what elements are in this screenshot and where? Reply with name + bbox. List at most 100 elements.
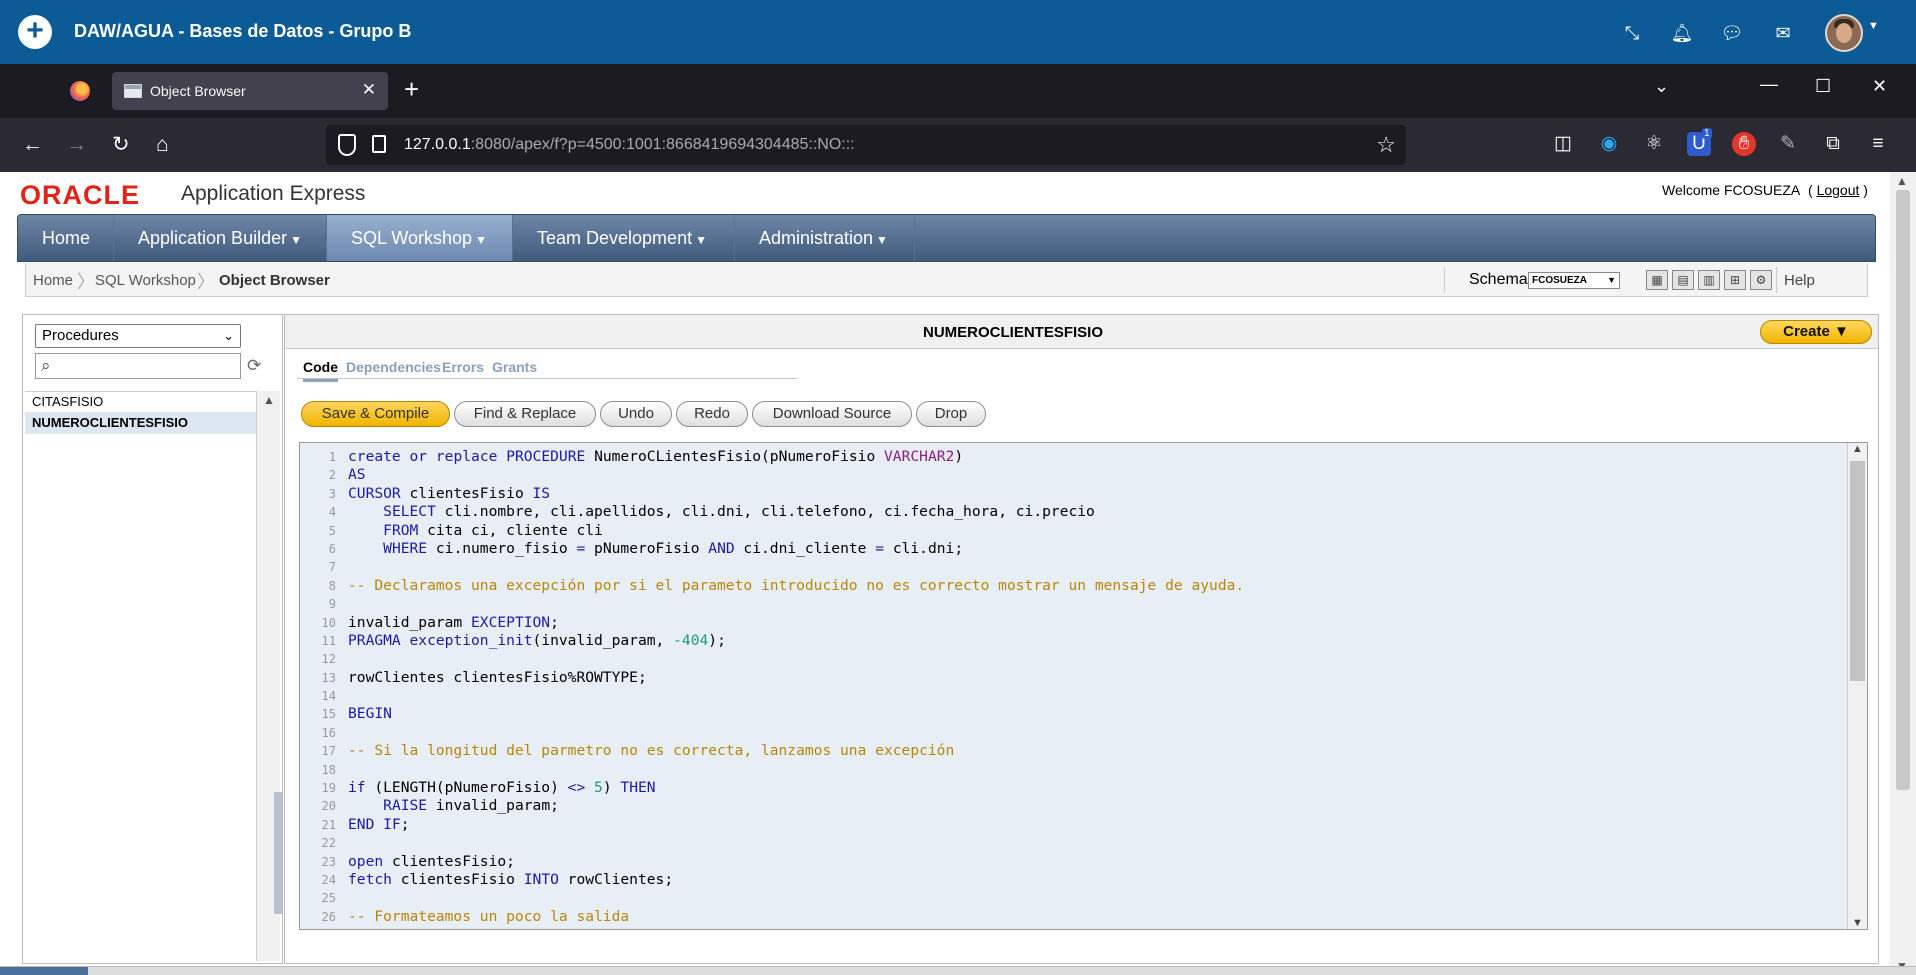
list-item[interactable]: CITASFISIO [25, 392, 256, 413]
code-text[interactable]: fetch clientesFisio INTO rowClientes; [348, 871, 673, 889]
code-line[interactable]: 3 CURSOR clientesFisio IS [300, 485, 1845, 503]
code-line[interactable]: 7 [300, 558, 1845, 576]
redo-button[interactable]: Redo [676, 401, 748, 427]
extensions-puzzle-icon[interactable]: ⧉ [1821, 132, 1845, 156]
code-text[interactable]: FROM cita ci, cliente cli [348, 522, 603, 540]
refresh-icon[interactable]: ⟳ [247, 356, 269, 376]
tab-code[interactable]: Code [303, 359, 338, 382]
code-text[interactable]: open clientesFisio; [348, 853, 515, 871]
close-icon[interactable]: ✕ [362, 80, 376, 100]
code-text[interactable]: PRAGMA exception_init(invalid_param, -40… [348, 632, 726, 650]
code-line[interactable]: 20 RAISE invalid_param; [300, 797, 1845, 815]
code-line[interactable]: 15 BEGIN [300, 705, 1845, 723]
new-tab-button[interactable]: + [404, 74, 419, 105]
firefox-icon[interactable] [70, 81, 90, 101]
window-maximize-button[interactable]: ☐ [1815, 76, 1831, 97]
eyedropper-icon[interactable]: ✎ [1776, 132, 1800, 156]
code-line[interactable]: 6 WHERE ci.numero_fisio = pNumeroFisio A… [300, 540, 1845, 558]
code-line[interactable]: 19 if (LENGTH(pNumeroFisio) <> 5) THEN [300, 779, 1845, 797]
code-line[interactable]: 8 -- Declaramos una excepción por si el p… [300, 577, 1845, 595]
tab-dependencies[interactable]: Dependencies [346, 359, 441, 375]
stop-hand-icon[interactable]: ✋︎ [1732, 132, 1756, 156]
code-text[interactable]: END IF; [348, 816, 410, 834]
nav-application-builder[interactable]: Application Builder ▼ [114, 215, 327, 261]
home-icon[interactable]: ⌂ [156, 132, 169, 158]
window-close-button[interactable]: ✕ [1872, 76, 1887, 97]
code-lines[interactable]: 1 create or replace PROCEDURE NumeroCLien… [300, 448, 1845, 926]
download-source-button[interactable]: Download Source [752, 401, 912, 427]
save-compile-button[interactable]: Save & Compile [301, 401, 450, 427]
code-text[interactable]: WHERE ci.numero_fisio = pNumeroFisio AND… [348, 540, 963, 558]
code-line[interactable]: 1 create or replace PROCEDURE NumeroCLien… [300, 448, 1845, 466]
tab-list-chevron-icon[interactable]: ⌄ [1654, 76, 1669, 97]
code-text[interactable]: AS [348, 466, 366, 484]
react-devtools-icon[interactable]: ⚛ [1642, 132, 1666, 156]
code-line[interactable]: 24 fetch clientesFisio INTO rowClientes; [300, 871, 1845, 889]
url-text[interactable]: 127.0.0.1:8080/apex/f?p=4500:1001:866841… [404, 136, 855, 154]
browser-tab[interactable]: Object Browser ✕ [112, 72, 388, 110]
query-builder-icon[interactable]: ⊞ [1724, 270, 1746, 290]
create-button[interactable]: Create ▼ [1760, 320, 1872, 344]
code-line[interactable]: 26 -- Formateamos un poco la salida [300, 908, 1845, 926]
breadcrumb-home[interactable]: Home [33, 272, 73, 289]
nav-administration[interactable]: Administration ▼ [735, 215, 915, 261]
reload-button[interactable]: ↻ [112, 132, 130, 158]
code-line[interactable]: 12 [300, 650, 1845, 668]
code-line[interactable]: 9 [300, 595, 1845, 613]
panel-splitter-handle[interactable] [274, 792, 282, 914]
code-line[interactable]: 17 -- Si la longitud del parmetro no es c… [300, 742, 1845, 760]
url-bar[interactable]: 127.0.0.1:8080/apex/f?p=4500:1001:866841… [326, 125, 1406, 165]
schema-select[interactable]: FCOSUEZA ▼ [1528, 272, 1620, 289]
logout-link[interactable]: Logout [1817, 182, 1860, 198]
code-line[interactable]: 13 rowClientes clientesFisio%ROWTYPE; [300, 669, 1845, 687]
code-text[interactable]: rowClientes clientesFisio%ROWTYPE; [348, 669, 647, 687]
add-icon[interactable]: + [18, 15, 52, 49]
code-line[interactable]: 11 PRAGMA exception_init(invalid_param, -… [300, 632, 1845, 650]
forward-button[interactable]: → [66, 132, 87, 158]
help-link[interactable]: Help [1784, 272, 1815, 289]
hamburger-menu-icon[interactable]: ≡ [1866, 132, 1890, 156]
tab-errors[interactable]: Errors [442, 359, 484, 375]
code-line[interactable]: 21 END IF; [300, 816, 1845, 834]
code-text[interactable]: BEGIN [348, 705, 392, 723]
bell-icon[interactable]: 🔔︎ [1669, 20, 1695, 46]
code-text[interactable]: CURSOR clientesFisio IS [348, 485, 550, 503]
code-text[interactable]: invalid_param EXCEPTION; [348, 614, 559, 632]
find-replace-button[interactable]: Find & Replace [454, 401, 596, 427]
shield-icon[interactable] [338, 134, 356, 156]
code-editor[interactable]: 1 create or replace PROCEDURE NumeroCLien… [299, 442, 1868, 930]
code-text[interactable]: if (LENGTH(pNumeroFisio) <> 5) THEN [348, 779, 656, 797]
avatar[interactable] [1825, 14, 1863, 52]
code-line[interactable]: 4 SELECT cli.nombre, cli.apellidos, cli.… [300, 503, 1845, 521]
code-text[interactable]: -- Si la longitud del parmetro no es cor… [348, 742, 954, 760]
code-line[interactable]: 25 [300, 889, 1845, 907]
code-line[interactable]: 18 [300, 761, 1845, 779]
chevron-down-icon[interactable]: ▼ [1868, 20, 1879, 32]
code-text[interactable]: create or replace PROCEDURE NumeroCLient… [348, 448, 963, 466]
object-type-select[interactable]: Procedures ⌄ [35, 324, 241, 348]
breadcrumb-sql-workshop[interactable]: SQL Workshop [95, 272, 196, 289]
code-text[interactable]: -- Declaramos una excepción por si el pa… [348, 577, 1244, 595]
bookmark-star-icon[interactable]: ☆ [1376, 132, 1396, 158]
object-search-input[interactable]: ⌕ [35, 353, 241, 379]
page-scrollbar[interactable]: ▲ ▼ [1890, 172, 1916, 975]
extension-circle-icon[interactable]: ◉ [1597, 132, 1621, 156]
code-line[interactable]: 5 FROM cita ci, cliente cli [300, 522, 1845, 540]
code-line[interactable]: 2 AS [300, 466, 1845, 484]
list-item[interactable]: NUMEROCLIENTESFISIO [25, 413, 256, 434]
code-line[interactable]: 22 [300, 834, 1845, 852]
code-text[interactable]: SELECT cli.nombre, cli.apellidos, cli.dn… [348, 503, 1095, 521]
create-table-icon[interactable]: ▦ [1646, 270, 1668, 290]
code-line[interactable]: 16 [300, 724, 1845, 742]
nav-sql-workshop[interactable]: SQL Workshop ▼ [327, 215, 513, 261]
minimize-arrows-icon[interactable]: ⤡ [1619, 20, 1645, 46]
nav-home[interactable]: Home [18, 215, 114, 261]
pocket-icon[interactable]: ◫ [1551, 132, 1575, 156]
undo-button[interactable]: Undo [600, 401, 672, 427]
code-text[interactable]: -- Formateamos un poco la salida [348, 908, 629, 926]
sql-scripts-icon[interactable]: ▥ [1698, 270, 1720, 290]
drop-button[interactable]: Drop [916, 401, 986, 427]
code-line[interactable]: 23 open clientesFisio; [300, 853, 1845, 871]
window-minimize-button[interactable]: — [1760, 74, 1778, 95]
code-text[interactable]: RAISE invalid_param; [348, 797, 559, 815]
